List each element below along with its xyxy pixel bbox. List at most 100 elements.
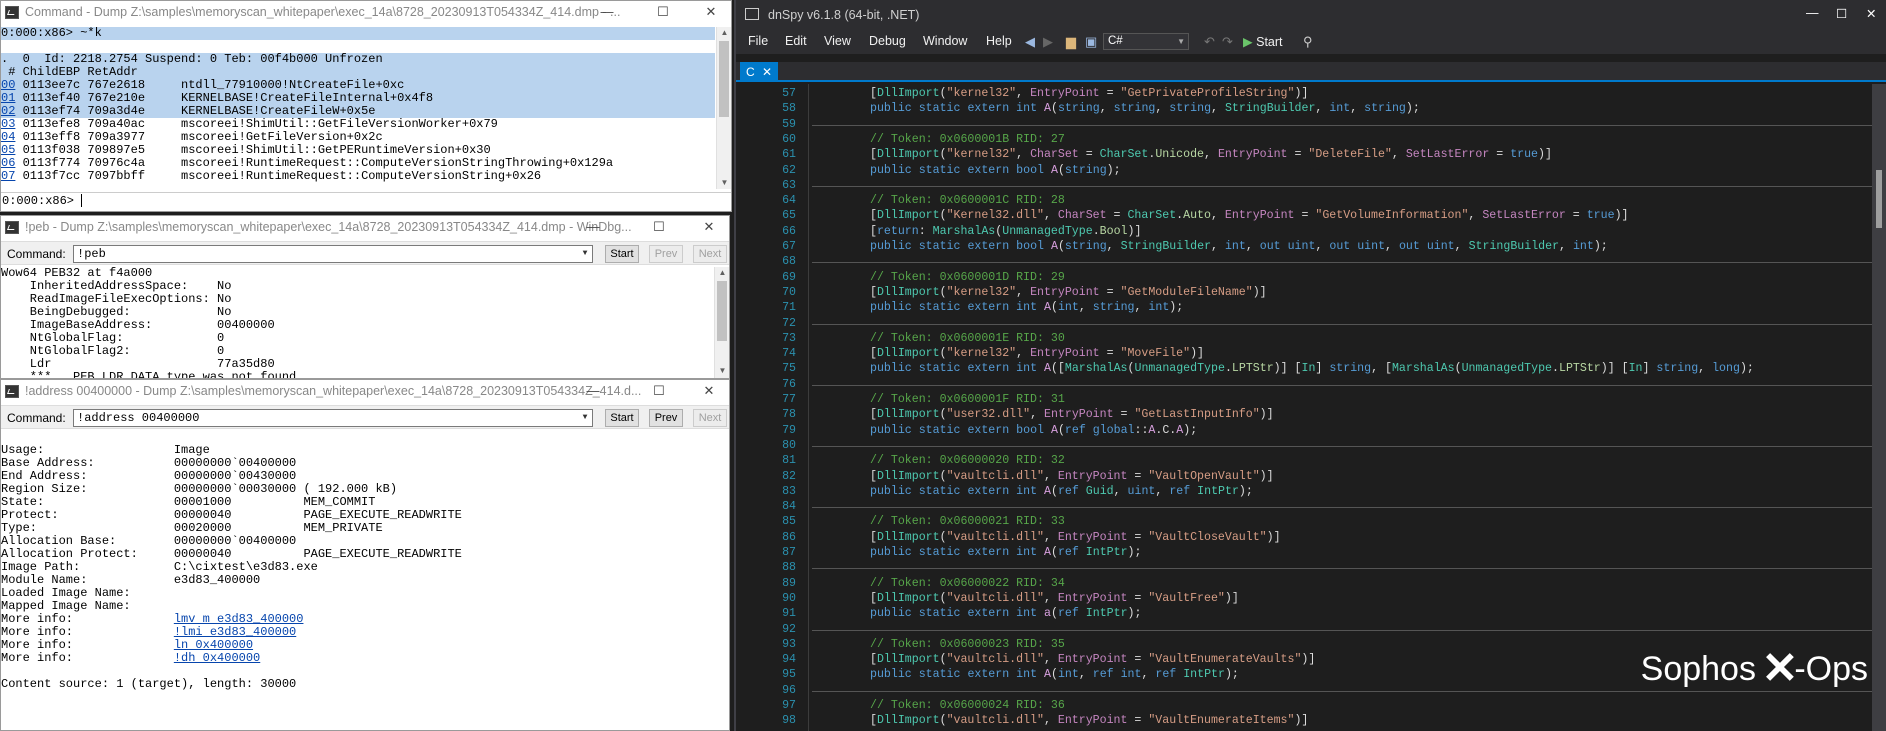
code-text: public static extern int a(ref IntPtr); <box>870 607 1142 621</box>
menu-debug[interactable]: Debug <box>869 34 906 48</box>
peb-command-input[interactable]: !peb ▼ <box>73 245 593 263</box>
command-output[interactable]: 0:000:x86> ~*k. 0 Id: 2218.2754 Suspend:… <box>1 27 715 189</box>
output-line: Content source: 1 (target), length: 3000… <box>1 677 297 691</box>
language-select[interactable]: C# ▼ <box>1103 33 1189 50</box>
redo-icon[interactable]: ↷ <box>1222 34 1233 50</box>
frame-link[interactable]: 04 <box>1 130 15 144</box>
line-number: 63 <box>782 178 796 192</box>
close-button[interactable]: ✕ <box>687 380 729 402</box>
code-text: [DllImport("vaultcli.dll", EntryPoint = … <box>870 469 1274 483</box>
maximize-button[interactable]: ☐ <box>641 1 685 23</box>
menu-window[interactable]: Window <box>923 34 967 48</box>
menu-edit[interactable]: Edit <box>785 34 807 48</box>
code-line: 90 [DllImport("vaultcli.dll", EntryPoint … <box>736 591 1874 606</box>
scroll-thumb[interactable] <box>717 281 727 341</box>
scroll-up-arrow-icon[interactable]: ▲ <box>715 267 730 279</box>
frame-link[interactable]: 00 <box>1 78 15 92</box>
frame-link[interactable]: 06 <box>1 156 15 170</box>
frame-text: 0113efe8 709a40ac mscoreei!ShimUtil::Get… <box>15 117 498 131</box>
code-line: 64 // Token: 0x0600001C RID: 28 <box>736 193 1874 208</box>
undo-icon[interactable]: ↶ <box>1204 34 1215 50</box>
dnspy-titlebar: dnSpy v6.1.8 (64-bit, .NET) — ☐ ✕ <box>736 0 1886 30</box>
open-folder-icon[interactable]: ▆ <box>1066 34 1076 50</box>
peb-command-bar: Command: !peb ▼ Start Prev Next <box>1 241 729 265</box>
code-text: public static extern bool A(string); <box>870 163 1121 177</box>
code-line: 97 // Token: 0x06000024 RID: 36 <box>736 698 1874 713</box>
scroll-up-arrow-icon[interactable]: ▲ <box>717 27 732 39</box>
method-separator <box>812 568 1874 570</box>
code-editor[interactable]: 57 [DllImport("kernel32", EntryPoint = "G… <box>736 84 1874 731</box>
more-info-link[interactable]: ln 0x400000 <box>174 638 253 652</box>
output-line: *** _PEB_LDR_DATA type was not found... <box>1 370 318 379</box>
minimize-button[interactable]: — <box>571 380 615 402</box>
line-number: 66 <box>782 224 796 238</box>
code-text: [DllImport("vaultcli.dll", EntryPoint = … <box>870 530 1281 544</box>
scroll-down-arrow-icon[interactable]: ▼ <box>717 177 732 189</box>
minimize-button[interactable]: — <box>585 1 629 23</box>
forward-icon[interactable]: ▶ <box>1043 34 1053 50</box>
code-line: 83 public static extern int A(ref Guid, u… <box>736 484 1874 499</box>
start-debugging-button[interactable]: ▶ Start <box>1243 34 1283 49</box>
command-window-title: Command - Dump Z:\samples\memoryscan_whi… <box>25 5 621 19</box>
close-button[interactable]: ✕ <box>687 216 729 238</box>
close-button[interactable]: ✕ <box>689 1 731 23</box>
method-separator <box>812 323 1874 325</box>
code-text: // Token: 0x06000020 RID: 32 <box>870 454 1065 468</box>
command-output-scrollbar[interactable]: ▲ ▼ <box>716 27 731 189</box>
frame-link[interactable]: 02 <box>1 104 15 118</box>
next-button[interactable]: Next <box>693 409 727 427</box>
peb-output-scrollbar[interactable]: ▲ ▼ <box>714 267 729 378</box>
chevron-down-icon[interactable]: ▼ <box>578 246 592 262</box>
tab-c[interactable]: C ✕ <box>740 62 778 82</box>
frame-link[interactable]: 05 <box>1 143 15 157</box>
prev-button[interactable]: Prev <box>649 409 683 427</box>
method-separator <box>812 185 1874 187</box>
prev-button[interactable]: Prev <box>649 245 683 263</box>
code-scrollbar[interactable] <box>1872 84 1886 731</box>
menu-view[interactable]: View <box>824 34 851 48</box>
address-command-input[interactable]: !address 00400000 ▼ <box>73 409 593 427</box>
code-line: 91 public static extern int a(ref IntPtr)… <box>736 606 1874 621</box>
line-number: 86 <box>782 530 796 544</box>
next-button[interactable]: Next <box>693 245 727 263</box>
scroll-thumb[interactable] <box>719 41 729 117</box>
code-line: 60 // Token: 0x0600001B RID: 27 <box>736 132 1874 147</box>
close-button[interactable]: ✕ <box>1866 6 1876 21</box>
more-info-label: More info: <box>1 651 174 665</box>
maximize-button[interactable]: ☐ <box>637 380 681 402</box>
line-number: 85 <box>782 515 796 529</box>
scroll-thumb[interactable] <box>1876 170 1882 228</box>
frame-link[interactable]: 07 <box>1 169 15 183</box>
command-prompt-row[interactable]: 0:000:x86> <box>1 192 731 210</box>
minimize-button[interactable]: — <box>1806 6 1819 20</box>
back-icon[interactable]: ◀ <box>1025 34 1035 50</box>
frame-link[interactable]: 01 <box>1 91 15 105</box>
code-text: [DllImport("kernel32", EntryPoint = "Get… <box>870 87 1309 100</box>
peb-output[interactable]: Wow64 PEB32 at f4a000 InheritedAddressSp… <box>1 267 713 378</box>
maximize-button[interactable]: ☐ <box>1836 6 1847 21</box>
line-number: 79 <box>782 423 796 437</box>
line-number: 61 <box>782 148 796 162</box>
search-icon[interactable]: ⚲ <box>1303 34 1313 50</box>
address-output[interactable]: Usage: Image Base Address: 00000000`00400… <box>1 431 729 729</box>
code-line: 86 [DllImport("vaultcli.dll", EntryPoint … <box>736 530 1874 545</box>
save-icon[interactable]: ▣ <box>1085 34 1097 50</box>
menu-file[interactable]: File <box>748 34 768 48</box>
chevron-down-icon[interactable]: ▼ <box>578 410 592 426</box>
command-label: Command: <box>7 247 66 261</box>
frame-link[interactable]: 03 <box>1 117 15 131</box>
more-info-link[interactable]: lmv m e3d83_400000 <box>174 612 304 626</box>
tab-close-icon[interactable]: ✕ <box>762 62 772 82</box>
more-info-link[interactable]: !dh 0x400000 <box>174 651 260 665</box>
minimize-button[interactable]: — <box>571 216 615 238</box>
more-info-link[interactable]: !lmi e3d83_400000 <box>174 625 296 639</box>
start-button[interactable]: Start <box>605 409 639 427</box>
start-button[interactable]: Start <box>605 245 639 263</box>
code-text: public static extern int A([MarshalAs(Un… <box>870 362 1754 376</box>
scroll-down-arrow-icon[interactable]: ▼ <box>715 365 730 377</box>
code-line: 81 // Token: 0x06000020 RID: 32 <box>736 453 1874 468</box>
menu-help[interactable]: Help <box>986 34 1012 48</box>
code-text: public static extern bool A(string, Stri… <box>870 240 1608 253</box>
line-number: 95 <box>782 668 796 682</box>
maximize-button[interactable]: ☐ <box>637 216 681 238</box>
